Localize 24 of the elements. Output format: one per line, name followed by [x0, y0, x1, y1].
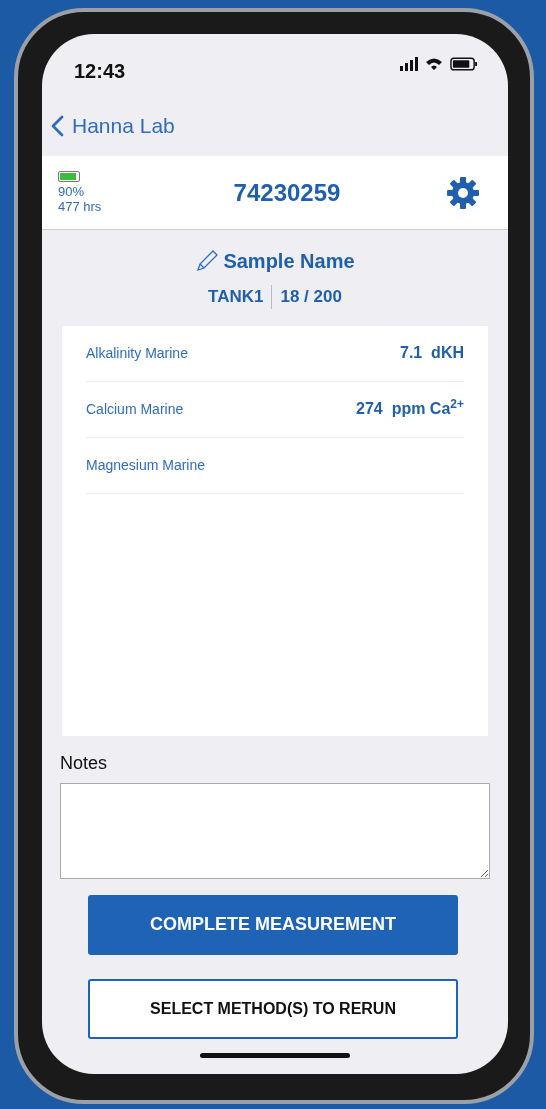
device-serial: 74230259	[232, 177, 342, 208]
rerun-button[interactable]: SELECT METHOD(S) TO RERUN	[88, 978, 458, 1039]
method-name: Alkalinity Marine	[86, 343, 188, 363]
pencil-icon[interactable]	[195, 249, 220, 273]
tank-label: TANK1	[208, 286, 264, 308]
battery-status-icon	[450, 56, 478, 71]
settings-icon[interactable]	[446, 175, 480, 210]
complete-button[interactable]: COMPLETE MEASUREMENT	[88, 894, 458, 955]
method-name: Calcium Marine	[86, 399, 184, 419]
back-chevron-icon[interactable]	[50, 115, 64, 137]
result-value: 7.1 dKH	[400, 343, 464, 363]
result-value: 274 ppm Ca$^{2+}$	[356, 397, 464, 419]
sample-count: 18 / 200	[280, 286, 342, 308]
method-name: Magnesium Marine	[86, 455, 206, 475]
notes-field[interactable]	[60, 782, 490, 879]
battery-icon	[58, 171, 80, 183]
signal-icon	[400, 56, 418, 71]
battery-percent: 90%	[58, 185, 86, 200]
back-link[interactable]: Hanna Lab	[72, 110, 175, 142]
sample-name[interactable]: Sample Name	[223, 246, 355, 276]
battery-hours: 477 hrs	[58, 199, 103, 214]
notes-label: Notes	[60, 751, 109, 775]
wifi-icon	[426, 57, 442, 70]
status-time: 12:43	[74, 59, 126, 84]
